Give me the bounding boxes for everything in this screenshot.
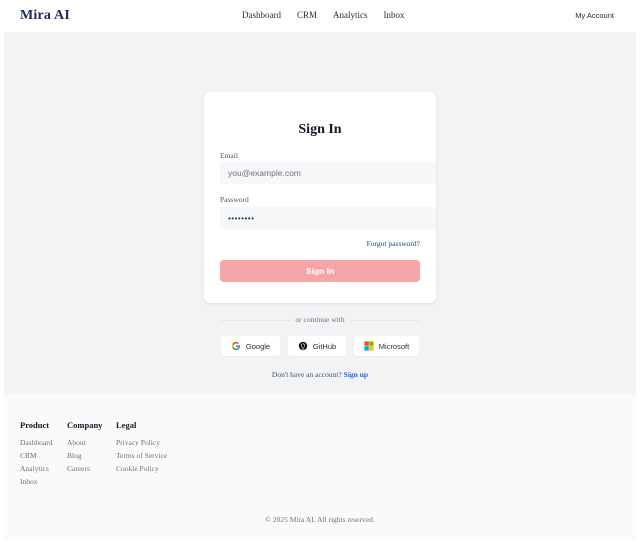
footer-link[interactable]: Privacy Policy — [116, 436, 167, 449]
email-field[interactable]: you@example.com — [220, 162, 436, 184]
signup-link[interactable]: Sign up — [344, 370, 368, 379]
footer-heading: Product — [20, 420, 50, 430]
forgot-password-link[interactable]: Forgot password? — [367, 239, 420, 248]
footer-link[interactable]: Dashboard — [20, 436, 53, 449]
brand-logo[interactable]: Mira AI — [20, 8, 70, 24]
divider-line-right — [350, 320, 420, 321]
google-label: Google — [245, 341, 271, 351]
github-label: GitHub — [312, 341, 337, 351]
top-navbar: Mira AI Dashboard CRM Analytics Inbox My… — [4, 0, 636, 32]
nav-inbox[interactable]: Inbox — [384, 10, 405, 20]
signup-prompt-text: Don't have an account? — [271, 370, 342, 379]
main-content: Sign In Email you@example.com Password •… — [4, 32, 636, 394]
footer-link[interactable]: Terms of Service — [116, 449, 167, 462]
footer: Product Dashboard CRM Analytics Inbox Co… — [4, 394, 636, 539]
google-button[interactable]: Google — [221, 336, 280, 356]
github-icon — [298, 341, 308, 351]
footer-column-product: Product Dashboard CRM Analytics Inbox — [20, 420, 53, 488]
footer-link[interactable]: About — [67, 436, 102, 449]
password-field[interactable]: •••••••• — [220, 207, 436, 229]
my-account-link[interactable]: My Account — [575, 11, 614, 20]
footer-link[interactable]: Blog — [67, 449, 102, 462]
nav-dashboard[interactable]: Dashboard — [242, 10, 281, 20]
copyright: © 2025 Mira AI. All rights reserved. — [265, 515, 375, 524]
page: Mira AI Dashboard CRM Analytics Inbox My… — [0, 0, 640, 543]
footer-heading: Legal — [116, 420, 137, 430]
footer-column-legal: Legal Privacy Policy Terms of Service Co… — [116, 420, 167, 475]
google-icon — [231, 341, 241, 351]
github-button[interactable]: GitHub — [288, 336, 346, 356]
microsoft-icon — [364, 341, 374, 351]
signin-button[interactable]: Sign In — [220, 260, 420, 282]
footer-link[interactable]: Analytics — [20, 462, 53, 475]
nav-analytics[interactable]: Analytics — [333, 10, 368, 20]
footer-link[interactable]: Inbox — [20, 475, 53, 488]
signin-title: Sign In — [298, 122, 342, 137]
microsoft-button[interactable]: Microsoft — [354, 336, 419, 356]
main-nav: Dashboard CRM Analytics Inbox — [242, 10, 405, 20]
footer-heading: Company — [67, 420, 103, 430]
password-label: Password — [220, 195, 249, 204]
divider: or continue with — [220, 315, 420, 325]
signup-prompt: Don't have an account? Sign up — [4, 370, 636, 379]
microsoft-label: Microsoft — [378, 341, 410, 351]
footer-link[interactable]: Cookie Policy — [116, 462, 167, 475]
signin-card: Sign In Email you@example.com Password •… — [204, 92, 436, 303]
footer-link[interactable]: Careers — [67, 462, 102, 475]
email-label: Email — [220, 151, 238, 160]
footer-column-company: Company About Blog Careers — [67, 420, 102, 475]
nav-crm[interactable]: CRM — [297, 10, 317, 20]
footer-link[interactable]: CRM — [20, 449, 53, 462]
